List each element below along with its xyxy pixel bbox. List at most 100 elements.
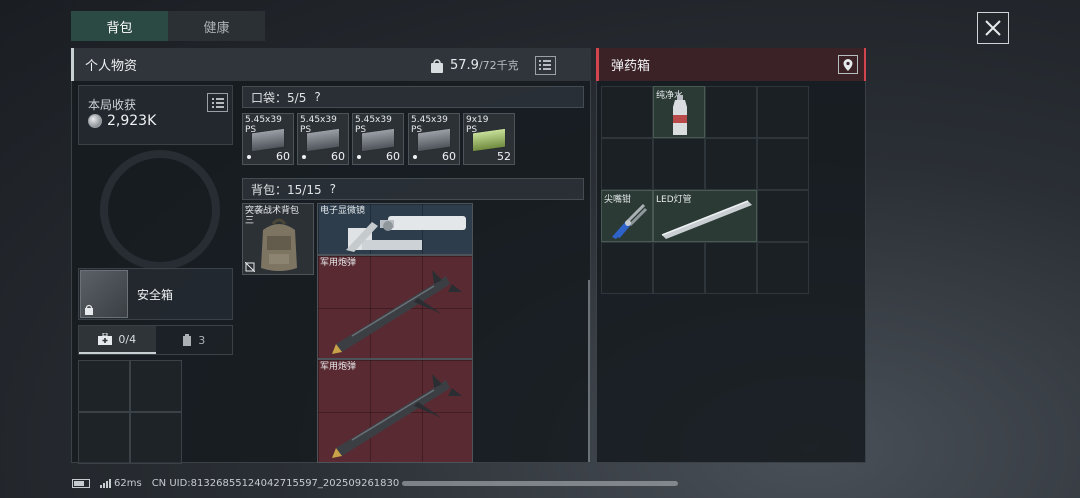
ammo-box-header: 弹药箱 (596, 48, 866, 81)
coin-icon (88, 114, 102, 128)
item-label-line2: 三 (245, 216, 255, 226)
box-item-led-tube[interactable]: LED灯管 (653, 190, 757, 242)
weight-max: /72千克 (478, 59, 519, 72)
item-count: 60 (276, 150, 290, 163)
safe-box-grid (78, 360, 182, 464)
list-icon (539, 60, 552, 70)
backpack-label-row: 背包：15/15 (251, 181, 322, 198)
item-label: 军用炮弹 (320, 258, 357, 268)
canister-count: 3 (198, 333, 206, 347)
item-label-line1: 5.45x39 (411, 115, 448, 125)
backpack-item-tactical-bag[interactable]: 突袭战术背包三 (242, 203, 314, 275)
missile-icon (332, 374, 462, 458)
tab-backpack[interactable]: 背包 (71, 11, 168, 41)
home-indicator[interactable] (402, 481, 678, 486)
item-label-line1: 5.45x39 (300, 115, 337, 125)
backpack-count: 15/15 (287, 182, 322, 197)
grid-cell[interactable] (757, 86, 809, 138)
earnings-list-button[interactable] (207, 93, 228, 112)
grid-cell[interactable] (757, 138, 809, 190)
weight-icon (431, 58, 443, 73)
pocket-help-icon[interactable]: ? (314, 90, 320, 104)
earnings-label: 本局收获 (88, 98, 137, 112)
item-label-line1: 5.45x39 (355, 115, 392, 125)
grid-cell[interactable] (130, 360, 182, 412)
subtab-canister[interactable]: 3 (155, 326, 232, 354)
microscope-icon (346, 216, 466, 252)
uid-text: CN UID:81326855124042715597_202509261830 (151, 477, 400, 489)
status-dot (357, 155, 361, 159)
pocket-header: 口袋：5/5 ? (242, 86, 584, 108)
status-dot (302, 155, 306, 159)
sort-list-button[interactable] (534, 55, 556, 75)
item-label: 突袭战术背包三 (245, 206, 299, 226)
grid-cell[interactable] (705, 242, 757, 294)
ammo-box-icon (472, 127, 506, 153)
pocket-item[interactable]: 5.45x39 PS 60 (408, 113, 460, 165)
box-item-pliers[interactable]: 尖嘴钳 (601, 190, 653, 242)
backpack-item-shell[interactable]: 军用炮弹 (317, 255, 473, 359)
status-dot (247, 155, 251, 159)
grid-cell[interactable] (705, 138, 757, 190)
water-bottle-icon (673, 95, 687, 135)
pocket-item[interactable]: 9x19 PS 52 (463, 113, 515, 165)
ammo-box-title: 弹药箱 (611, 59, 651, 74)
led-tube-icon (661, 200, 752, 239)
top-tabs: 背包 健康 (71, 11, 265, 41)
status-dot (413, 155, 417, 159)
grid-cell[interactable] (653, 138, 705, 190)
backpack-item-shell[interactable]: 军用炮弹 (317, 359, 473, 463)
backpack-scrollbar[interactable] (588, 280, 590, 462)
weight-current: 57.9 (450, 57, 479, 73)
subtab-medkit[interactable]: 0/4 (79, 326, 156, 354)
item-count: 60 (386, 150, 400, 163)
status-footer: 62ms CN UID:81326855124042715597_2025092… (72, 476, 399, 490)
pliers-icon (612, 203, 648, 239)
close-button[interactable] (977, 12, 1009, 44)
grid-cell[interactable] (601, 86, 653, 138)
grid-cell[interactable] (601, 242, 653, 294)
grid-cell[interactable] (653, 242, 705, 294)
grid-cell[interactable] (705, 86, 757, 138)
no-insure-icon (245, 262, 255, 272)
backpack-help-icon[interactable]: ? (330, 182, 336, 196)
faction-emblem (100, 150, 220, 270)
locate-button[interactable] (838, 55, 858, 74)
item-count: 60 (331, 150, 345, 163)
grid-cell[interactable] (78, 412, 130, 464)
safe-box-icon[interactable] (80, 270, 128, 318)
backpack-label: 背包： (251, 182, 288, 197)
item-count: 60 (442, 150, 456, 163)
item-label-line1: 9x19 (466, 115, 489, 125)
ammo-box-icon (417, 127, 451, 153)
item-label-line1: 5.45x39 (245, 115, 282, 125)
pocket-label: 口袋： (251, 90, 288, 105)
ping-value: 62ms (114, 477, 142, 489)
item-label-line1: 突袭战术背包 (245, 206, 300, 216)
pocket-count: 5/5 (287, 90, 307, 105)
lock-icon (85, 304, 93, 315)
ping-indicator: 62ms (100, 478, 142, 489)
grid-cell[interactable] (757, 242, 809, 294)
battery-icon (72, 478, 90, 488)
pocket-item[interactable]: 5.45x39 PS 60 (242, 113, 294, 165)
safe-box-label: 安全箱 (137, 288, 174, 302)
earnings-value: 2,923K (107, 113, 157, 129)
medkit-count: 0/4 (118, 332, 137, 346)
pocket-item[interactable]: 5.45x39 PS 60 (352, 113, 404, 165)
backpack-item-microscope[interactable]: 电子显微镜 (317, 203, 473, 255)
grid-cell[interactable] (130, 412, 182, 464)
ammo-box-icon (306, 127, 340, 153)
box-item-water[interactable]: 纯净水 (653, 86, 705, 138)
pocket-item[interactable]: 5.45x39 PS 60 (297, 113, 349, 165)
ammo-box-icon (251, 127, 285, 153)
ammo-box-icon (361, 127, 395, 153)
grid-cell[interactable] (78, 360, 130, 412)
backpack-header: 背包：15/15 ? (242, 178, 584, 200)
tab-health[interactable]: 健康 (168, 11, 265, 41)
medkit-icon (98, 333, 113, 345)
list-icon (211, 97, 224, 108)
item-label: 电子显微镜 (320, 206, 366, 216)
grid-cell[interactable] (757, 190, 809, 242)
grid-cell[interactable] (601, 138, 653, 190)
